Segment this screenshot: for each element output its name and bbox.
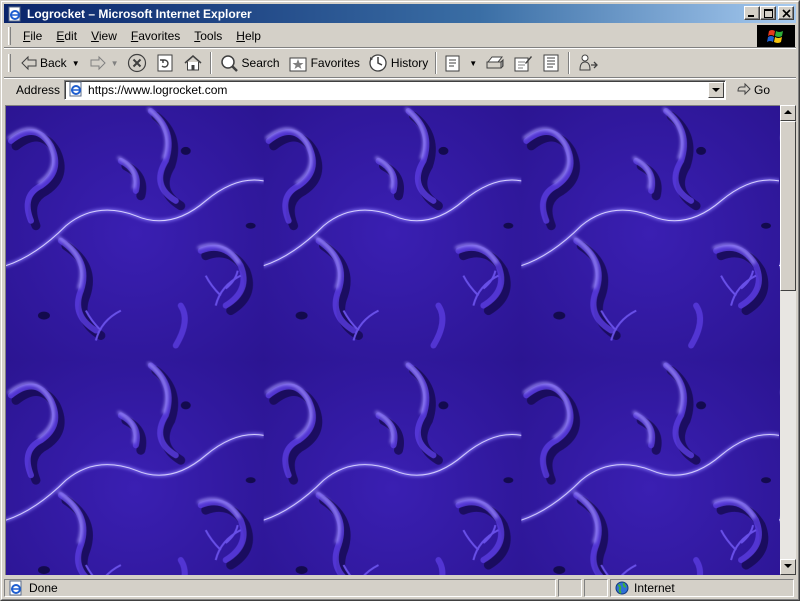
search-icon <box>220 55 238 72</box>
search-label: Search <box>241 56 280 70</box>
go-label: Go <box>754 83 771 97</box>
edit-icon <box>514 56 533 72</box>
menu-help[interactable]: Help <box>230 27 269 45</box>
scroll-thumb[interactable] <box>780 121 796 291</box>
status-zone: Internet <box>634 581 675 595</box>
status-lock-panel <box>584 579 608 597</box>
refresh-icon <box>157 54 173 72</box>
chevron-down-icon <box>784 564 792 568</box>
window-title: Logrocket – Microsoft Internet Explorer <box>27 6 252 21</box>
forward-arrow-icon <box>90 55 106 71</box>
vertical-scrollbar[interactable] <box>780 105 796 575</box>
menu-bar: File Edit View Favorites Tools Help <box>4 25 754 47</box>
messenger-icon <box>579 54 599 71</box>
edit-button[interactable] <box>509 51 537 75</box>
forward-button[interactable]: ▼ <box>84 51 123 75</box>
menu-favorites[interactable]: Favorites <box>125 27 188 45</box>
home-button[interactable] <box>179 51 207 75</box>
menu-view-rest: iew <box>98 29 117 43</box>
address-bar: Address https://www.logrocket.com Go <box>4 79 796 101</box>
close-icon <box>782 9 791 18</box>
stop-button[interactable] <box>123 51 151 75</box>
back-button[interactable]: Back ▼ <box>17 51 84 75</box>
print-button[interactable] <box>481 51 509 75</box>
ie-page-icon <box>7 6 23 22</box>
menu-tools-rest: ools <box>200 29 223 43</box>
chevron-down-icon <box>712 88 721 92</box>
address-label: Address <box>16 83 61 97</box>
status-progress-panel <box>558 579 582 597</box>
standard-toolbar: Back ▼ ▼ Search Favorites History ▼ <box>4 49 796 77</box>
menu-view-accel: V <box>91 29 99 43</box>
discuss-button[interactable] <box>537 51 565 75</box>
status-text: Done <box>29 581 58 595</box>
favorites-icon <box>289 57 307 72</box>
favorites-button[interactable]: Favorites <box>284 51 364 75</box>
menu-favorites-rest: avorites <box>138 29 181 43</box>
history-button[interactable]: History <box>364 51 432 75</box>
windows-logo-icon <box>757 25 795 47</box>
favorites-label: Favorites <box>310 56 360 70</box>
menu-grip[interactable] <box>8 27 11 45</box>
print-icon <box>486 56 504 69</box>
stop-icon <box>127 53 146 73</box>
chevron-up-icon <box>784 110 792 114</box>
mail-button[interactable]: ▼ <box>440 51 481 75</box>
address-input[interactable]: https://www.logrocket.com <box>64 80 727 100</box>
close-button[interactable] <box>778 6 794 20</box>
ie-page-icon <box>9 580 22 596</box>
page-content[interactable] <box>5 105 780 575</box>
maximize-icon <box>764 9 773 18</box>
menu-file-rest: ile <box>30 29 43 43</box>
maximize-button[interactable] <box>760 6 776 20</box>
scroll-down-button[interactable] <box>780 559 796 575</box>
refresh-button[interactable] <box>151 51 179 75</box>
discuss-icon <box>543 54 559 72</box>
status-bar: Done Internet <box>4 578 796 598</box>
menu-file[interactable]: File <box>17 27 50 45</box>
back-label: Back <box>40 56 67 70</box>
home-icon <box>184 55 202 71</box>
toolbar-separator <box>435 52 438 74</box>
go-arrow-icon <box>737 82 751 96</box>
page-background-pattern <box>6 106 780 575</box>
forward-dropdown-icon[interactable]: ▼ <box>111 59 119 68</box>
search-button[interactable]: Search <box>215 51 284 75</box>
toolbar-separator <box>568 52 571 74</box>
menu-edit-rest: dit <box>64 29 78 43</box>
minimize-icon <box>748 15 754 17</box>
menu-edit[interactable]: Edit <box>50 27 85 45</box>
mail-dropdown-icon[interactable]: ▼ <box>469 59 477 68</box>
history-label: History <box>390 56 429 70</box>
status-main-panel: Done <box>4 579 556 597</box>
messenger-button[interactable] <box>573 51 603 75</box>
toolbar-separator <box>209 52 212 74</box>
mail-icon <box>445 55 460 72</box>
scroll-up-button[interactable] <box>780 105 796 121</box>
back-dropdown-icon[interactable]: ▼ <box>72 59 80 68</box>
status-zone-panel: Internet <box>610 579 794 597</box>
menu-view[interactable]: View <box>85 27 125 45</box>
ie-page-icon <box>68 81 84 100</box>
go-button[interactable]: Go <box>736 82 770 98</box>
menu-help-accel: H <box>236 29 245 43</box>
globe-icon <box>615 581 629 595</box>
minimize-button[interactable] <box>744 6 760 20</box>
toolbar-grip[interactable] <box>8 54 11 72</box>
browser-window: Logrocket – Microsoft Internet Explorer … <box>0 0 800 601</box>
menu-help-rest: elp <box>244 29 261 43</box>
address-dropdown-button[interactable] <box>708 82 725 98</box>
menu-tools[interactable]: Tools <box>188 27 230 45</box>
back-arrow-icon <box>21 55 37 71</box>
title-bar[interactable]: Logrocket – Microsoft Internet Explorer <box>4 4 796 23</box>
address-url: https://www.logrocket.com <box>88 83 228 97</box>
history-icon <box>369 54 387 72</box>
